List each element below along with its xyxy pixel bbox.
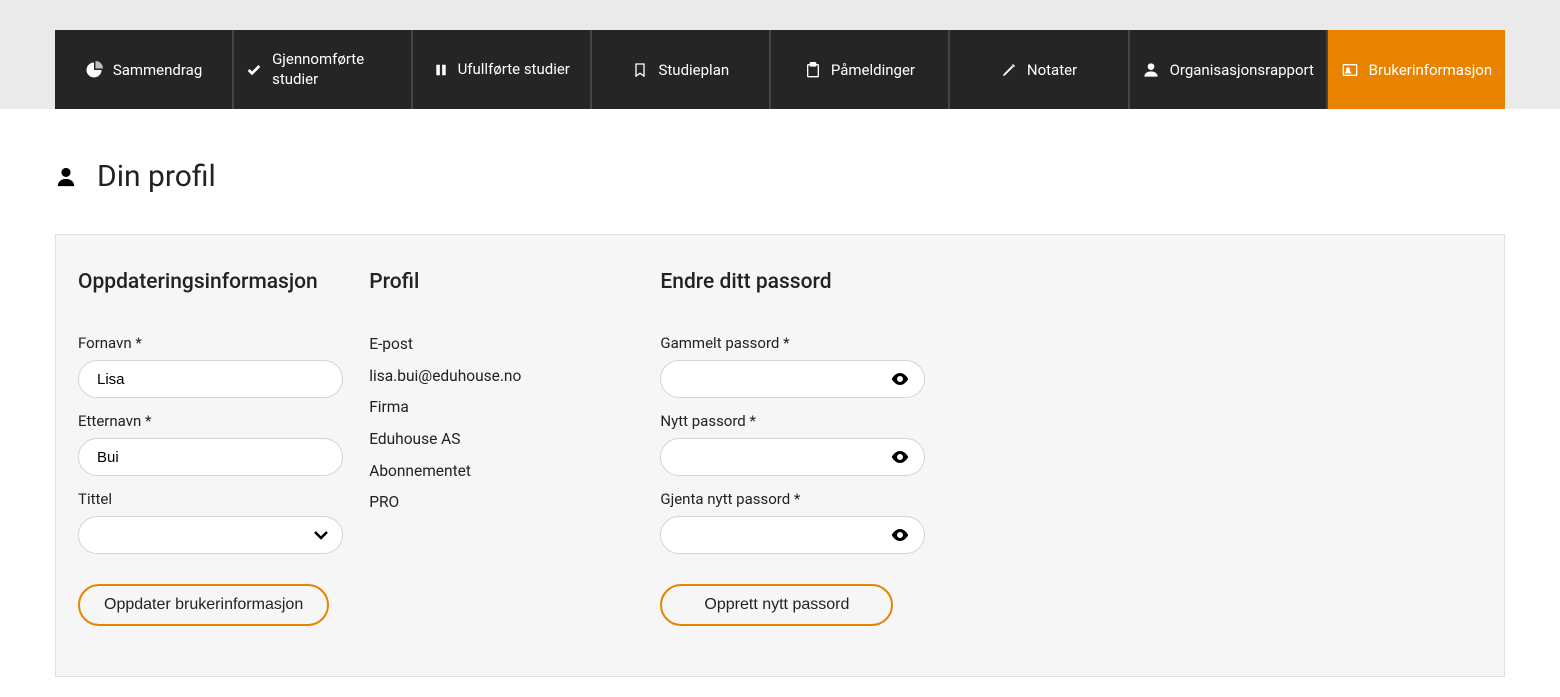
page-title: Din profil <box>97 159 216 194</box>
eye-icon[interactable] <box>891 451 909 463</box>
field-old-password: Gammelt passord * <box>660 334 927 398</box>
eye-icon[interactable] <box>891 373 909 385</box>
last-name-label: Etternavn * <box>78 412 345 430</box>
profile-column: Profil E-post lisa.bui@eduhouse.no Firma… <box>367 270 638 626</box>
last-name-input[interactable] <box>78 438 343 476</box>
company-label: Firma <box>369 397 636 419</box>
subscription-value: PRO <box>369 492 636 514</box>
nav-label: Gjennomførte studier <box>272 50 399 89</box>
tab-study-plan[interactable]: Studieplan <box>592 30 771 109</box>
company-value: Eduhouse AS <box>369 429 636 451</box>
tab-summary[interactable]: Sammendrag <box>55 30 234 109</box>
bookmark-icon <box>632 62 648 78</box>
new-password-input[interactable] <box>660 438 925 476</box>
nav-label: Påmeldinger <box>831 61 915 79</box>
first-name-input[interactable] <box>78 360 343 398</box>
update-user-info-button[interactable]: Oppdater brukerinformasjon <box>78 584 329 626</box>
nav-label: Organisasjonsrapport <box>1170 61 1314 79</box>
pause-icon <box>434 63 448 77</box>
nav-label: Sammendrag <box>113 61 202 79</box>
person-report-icon <box>1142 62 1160 78</box>
pencil-icon <box>1001 62 1017 78</box>
tab-user-info[interactable]: Brukerinformasjon <box>1328 30 1505 109</box>
content: Din profil Oppdateringsinformasjon Forna… <box>0 109 1560 697</box>
person-icon <box>55 166 77 188</box>
tab-incomplete-studies[interactable]: Ufullførte studier <box>413 30 592 109</box>
nav-label: Brukerinformasjon <box>1369 61 1492 79</box>
new-password-label: Nytt passord * <box>660 412 927 430</box>
password-heading: Endre ditt passord <box>660 270 927 294</box>
tab-enrollments[interactable]: Påmeldinger <box>771 30 950 109</box>
first-name-label: Fornavn * <box>78 334 345 352</box>
page-title-row: Din profil <box>55 159 1505 194</box>
repeat-password-label: Gjenta nytt passord * <box>660 490 927 508</box>
repeat-password-input[interactable] <box>660 516 925 554</box>
create-password-button[interactable]: Opprett nytt passord <box>660 584 893 626</box>
nav-label: Ufullførte studier <box>458 60 570 80</box>
profile-panel: Oppdateringsinformasjon Fornavn * Ettern… <box>55 234 1505 677</box>
tab-completed-studies[interactable]: Gjennomførte studier <box>234 30 413 109</box>
field-new-password: Nytt passord * <box>660 412 927 476</box>
field-last-name: Etternavn * <box>78 412 345 476</box>
password-column: Endre ditt passord Gammelt passord * Nyt… <box>658 270 929 626</box>
title-label: Tittel <box>78 490 345 508</box>
title-select[interactable] <box>78 516 343 554</box>
update-info-column: Oppdateringsinformasjon Fornavn * Ettern… <box>76 270 347 626</box>
top-gray-bar <box>0 0 1560 30</box>
main-nav: Sammendrag Gjennomførte studier Ufullfør… <box>0 30 1560 109</box>
email-value: lisa.bui@eduhouse.no <box>369 366 636 388</box>
field-title: Tittel <box>78 490 345 554</box>
pie-chart-icon <box>85 61 103 79</box>
nav-label: Notater <box>1027 61 1077 79</box>
check-icon <box>246 62 262 78</box>
clipboard-icon <box>805 61 821 79</box>
subscription-label: Abonnementet <box>369 461 636 483</box>
email-label: E-post <box>369 334 636 356</box>
old-password-label: Gammelt passord * <box>660 334 927 352</box>
update-info-heading: Oppdateringsinformasjon <box>78 270 345 294</box>
old-password-input[interactable] <box>660 360 925 398</box>
eye-icon[interactable] <box>891 529 909 541</box>
tab-notes[interactable]: Notater <box>950 30 1129 109</box>
id-card-icon <box>1341 62 1359 78</box>
spacer <box>950 270 1484 626</box>
profile-heading: Profil <box>369 270 636 294</box>
field-first-name: Fornavn * <box>78 334 345 398</box>
nav-label: Studieplan <box>658 61 729 79</box>
tab-org-report[interactable]: Organisasjonsrapport <box>1130 30 1328 109</box>
field-repeat-password: Gjenta nytt passord * <box>660 490 927 554</box>
